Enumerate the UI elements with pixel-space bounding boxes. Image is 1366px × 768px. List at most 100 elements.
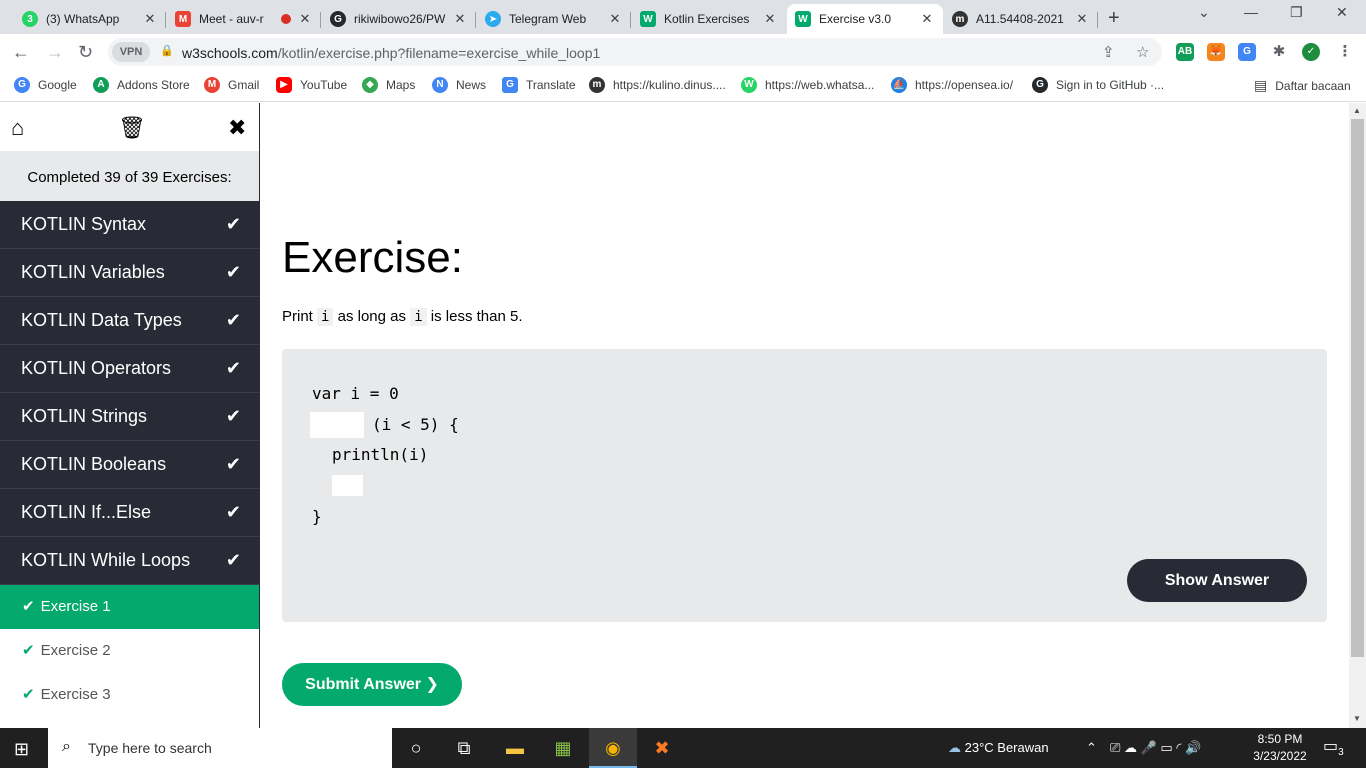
xampp-icon[interactable]: ✖ <box>650 736 674 760</box>
desc-text: is less than 5. <box>430 308 523 325</box>
close-icon[interactable]: ✕ <box>297 11 313 27</box>
moodle-icon: m <box>589 77 605 93</box>
lesson-kotlin-while-loops[interactable]: KOTLIN While Loops ✔ <box>0 537 259 585</box>
close-icon[interactable]: ✕ <box>452 11 468 27</box>
google-icon: G <box>14 77 30 93</box>
vpn-badge[interactable]: VPN <box>112 42 150 62</box>
scrollbar-thumb[interactable] <box>1351 119 1364 657</box>
tab-kotlin-exercises[interactable]: W Kotlin Exercises ✕ <box>632 4 786 34</box>
submit-answer-button[interactable]: Submit Answer ❯ <box>282 663 462 706</box>
whatsapp-icon: 3 <box>22 11 38 27</box>
close-icon[interactable]: ✕ <box>762 11 778 27</box>
home-icon[interactable]: ⌂ <box>11 115 24 141</box>
file-explorer-icon[interactable]: ▬ <box>503 736 527 760</box>
bookmark-news[interactable]: N News <box>432 77 486 93</box>
windows-start-icon[interactable]: ⊞ <box>14 739 29 760</box>
reload-icon[interactable]: ↻ <box>78 42 93 63</box>
completed-status: Completed 39 of 39 Exercises: <box>0 151 259 201</box>
share-icon[interactable]: ⇪ <box>1102 43 1115 61</box>
tab-search-icon[interactable]: ⌄ <box>1198 4 1210 21</box>
code-line-5: } <box>312 507 322 526</box>
tab-moodle[interactable]: m A11.54408-2021 ✕ <box>944 4 1098 34</box>
task-view-icon[interactable]: ⧉ <box>452 736 476 760</box>
exercise-item-2[interactable]: ✔ Exercise 2 <box>0 629 259 673</box>
tab-exercise-active[interactable]: W Exercise v3.0 ✕ <box>787 4 943 34</box>
checkmark-icon: ✔ <box>225 262 241 282</box>
scroll-down-icon[interactable]: ▼ <box>1353 714 1361 723</box>
page-scrollbar[interactable]: ▲ ▼ <box>1349 103 1366 728</box>
tab-github[interactable]: G rikiwibowo26/PW ✕ <box>322 4 476 34</box>
bookmark-whatsapp-web[interactable]: Whttps://web.whatsa... <box>741 77 874 93</box>
close-icon[interactable]: ✕ <box>142 11 158 27</box>
bookmark-maps[interactable]: ◆ Maps <box>362 77 415 93</box>
minimize-button[interactable]: — <box>1244 4 1258 20</box>
translate-extension-icon[interactable]: G <box>1238 43 1256 61</box>
show-answer-button[interactable]: Show Answer <box>1127 559 1307 602</box>
bookmark-opensea[interactable]: ⛵ https://opensea.io/ <box>891 77 1013 93</box>
lesson-kotlin-if-else[interactable]: KOTLIN If...Else ✔ <box>0 489 259 537</box>
lesson-kotlin-variables[interactable]: KOTLIN Variables ✔ <box>0 249 259 297</box>
close-icon[interactable]: ✕ <box>607 11 623 27</box>
weather-widget[interactable]: ☁ 23°C Berawan <box>948 740 1049 756</box>
code-line-3: println(i) <box>332 445 429 464</box>
bookmark-translate[interactable]: G Translate <box>502 77 576 93</box>
extensions-puzzle-icon[interactable]: ✱ <box>1270 43 1288 61</box>
menu-kebab-icon[interactable]: ⋮ <box>1336 43 1354 61</box>
new-tab-button[interactable]: + <box>1108 7 1120 30</box>
trash-icon[interactable]: 🗑 <box>118 115 146 141</box>
lesson-kotlin-operators[interactable]: KOTLIN Operators ✔ <box>0 345 259 393</box>
back-icon[interactable]: ← <box>12 42 30 63</box>
address-bar[interactable]: VPN 🔒 w3schools.com/kotlin/exercise.php?… <box>108 38 1162 66</box>
w3schools-icon: W <box>640 11 656 27</box>
notifications-icon[interactable]: ▭3 <box>1323 736 1344 758</box>
bookmark-star-icon[interactable]: ☆ <box>1136 43 1149 61</box>
github-icon: G <box>330 11 346 27</box>
desc-text: as long as <box>337 308 407 325</box>
lesson-kotlin-data-types[interactable]: KOTLIN Data Types ✔ <box>0 297 259 345</box>
code-blank-input-2[interactable] <box>332 475 363 496</box>
tray-chevron-icon[interactable]: ⌃ <box>1086 740 1097 756</box>
close-icon[interactable]: ✕ <box>919 11 935 27</box>
forward-icon[interactable]: → <box>46 42 64 63</box>
lock-icon[interactable]: 🔒 <box>160 44 174 57</box>
bookmark-gmail[interactable]: M Gmail <box>204 77 259 93</box>
lesson-label: KOTLIN Variables <box>21 262 165 282</box>
code-blank-input-1[interactable] <box>310 412 364 438</box>
taskbar-search-box[interactable]: ⌕ Type here to search <box>48 728 392 768</box>
tray-status-icons[interactable]: ⎚ ☁ 🎤 ▭ ◜ 🔊 <box>1110 740 1201 756</box>
bookmark-kulino[interactable]: m https://kulino.dinus.... <box>589 77 726 93</box>
adblock-extension-icon[interactable]: AB <box>1176 43 1194 61</box>
news-icon: N <box>432 77 448 93</box>
bookmark-addons-store[interactable]: A Addons Store <box>93 77 190 93</box>
tab-telegram[interactable]: ➤ Telegram Web ✕ <box>477 4 631 34</box>
app-icon[interactable]: ▦ <box>551 736 575 760</box>
scroll-up-icon[interactable]: ▲ <box>1353 106 1361 115</box>
bookmark-google[interactable]: G Google <box>14 77 77 93</box>
cortana-icon[interactable]: ○ <box>404 736 428 760</box>
bookmark-github[interactable]: G Sign in to GitHub ·... <box>1032 77 1164 93</box>
window-close-button[interactable]: ✕ <box>1336 4 1348 21</box>
lesson-kotlin-syntax[interactable]: KOTLIN Syntax ✔ <box>0 201 259 249</box>
close-icon[interactable]: ✖ <box>228 115 246 141</box>
shield-extension-icon[interactable]: ✓ <box>1302 43 1320 61</box>
url-text[interactable]: w3schools.com/kotlin/exercise.php?filena… <box>182 45 600 61</box>
lesson-kotlin-booleans[interactable]: KOTLIN Booleans ✔ <box>0 441 259 489</box>
lesson-kotlin-strings[interactable]: KOTLIN Strings ✔ <box>0 393 259 441</box>
lesson-label: KOTLIN Booleans <box>21 454 167 474</box>
tab-meet[interactable]: M Meet - auv-r ✕ <box>167 4 321 34</box>
browser-toolbar: ← → ↻ VPN 🔒 w3schools.com/kotlin/exercis… <box>0 34 1366 70</box>
lesson-label: KOTLIN While Loops <box>21 550 191 570</box>
metamask-extension-icon[interactable]: 🦊 <box>1207 43 1225 61</box>
exercise-item-3[interactable]: ✔ Exercise 3 <box>0 673 259 717</box>
system-clock[interactable]: 8:50 PM 3/23/2022 <box>1250 731 1310 765</box>
addons-store-icon: A <box>93 77 109 93</box>
tab-title: Telegram Web <box>509 12 587 26</box>
restore-button[interactable]: ❐ <box>1290 4 1303 21</box>
exercise-item-1[interactable]: ✔ Exercise 1 <box>0 585 259 629</box>
bookmark-youtube[interactable]: ▶ YouTube <box>276 77 347 93</box>
lesson-label: KOTLIN If...Else <box>21 502 152 522</box>
tab-whatsapp[interactable]: 3 (3) WhatsApp ✕ <box>14 4 166 34</box>
chrome-icon[interactable]: ◉ <box>601 736 625 760</box>
reading-list[interactable]: ▤ Daftar bacaan <box>1254 77 1351 94</box>
close-icon[interactable]: ✕ <box>1074 11 1090 27</box>
